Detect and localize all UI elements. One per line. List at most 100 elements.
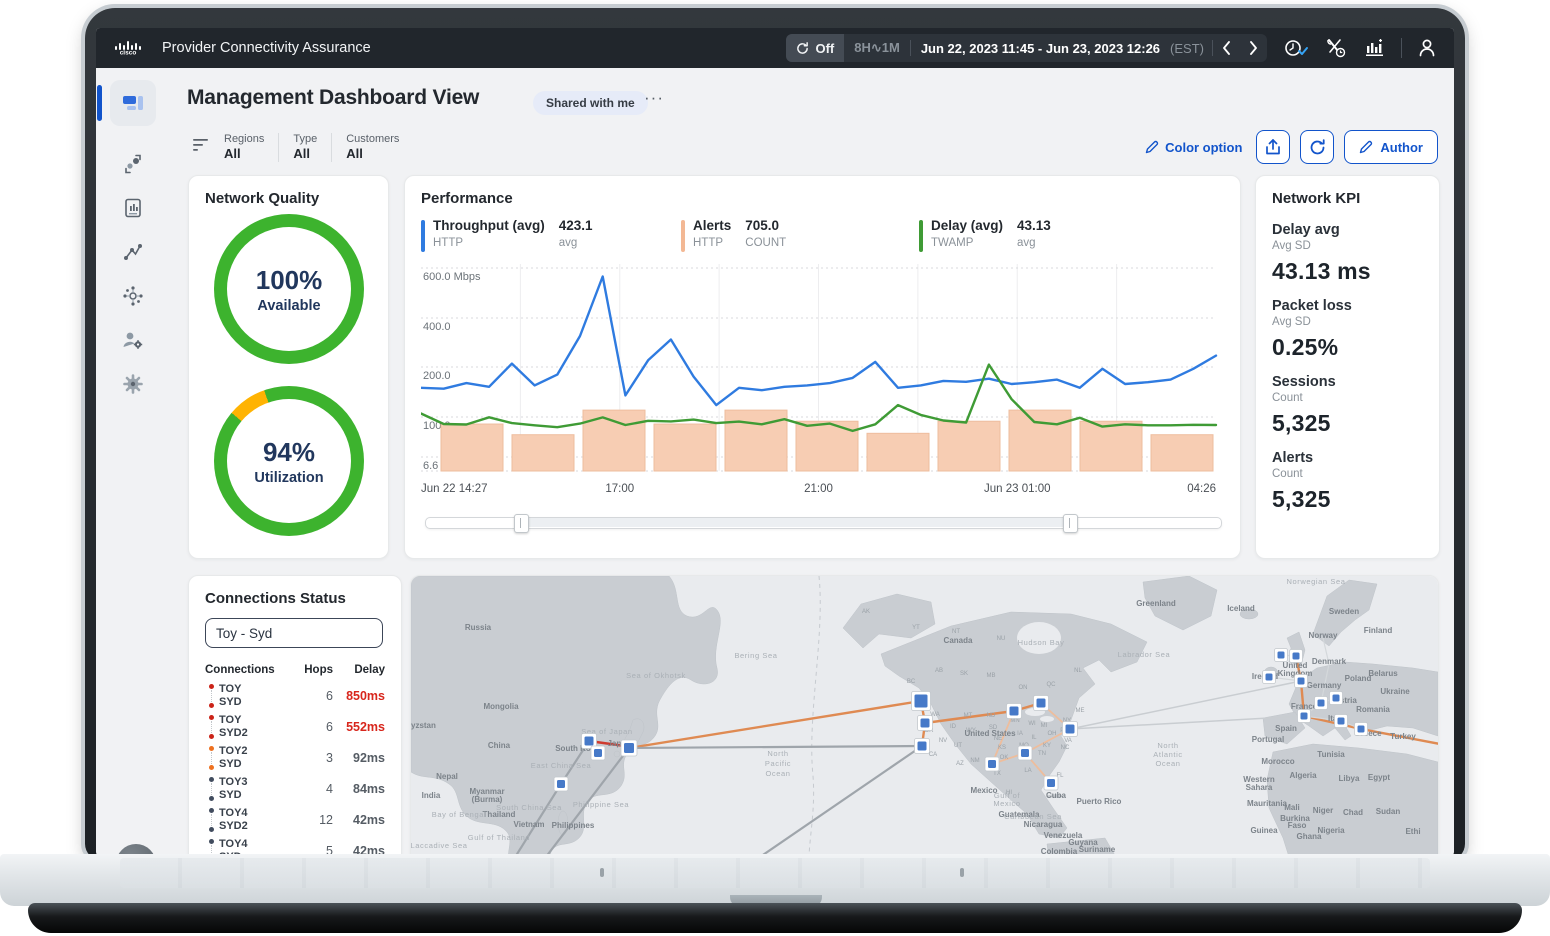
map-place-label: Greenland [1136, 599, 1176, 608]
left-nav-rail [96, 80, 170, 406]
map-node[interactable] [1063, 722, 1078, 737]
map-node[interactable] [1007, 704, 1022, 719]
connections-table-header: Connections Hops Delay [205, 660, 385, 680]
refresh-dashboard-button[interactable] [1300, 130, 1334, 164]
nav-paths[interactable] [110, 230, 156, 274]
legend-throughput[interactable]: Throughput (avg) 423.1 HTTP avg [421, 218, 671, 252]
nav-reports[interactable] [110, 186, 156, 230]
more-options-button[interactable]: ··· [644, 88, 664, 108]
map-node[interactable] [1298, 710, 1311, 723]
connection-row[interactable]: TOY4SYD542ms [205, 835, 385, 856]
connection-delay: 84ms [333, 782, 385, 796]
map-place-label: BC [907, 679, 916, 685]
map-place-label: Ethi [1405, 827, 1420, 836]
legend-alerts[interactable]: Alerts 705.0 HTTP COUNT [681, 218, 931, 252]
share-button[interactable] [1256, 130, 1290, 164]
map-place-label: NM [970, 758, 979, 764]
world-map[interactable]: RussiaMongoliaChinaNepalIndiaMyanmar(Bur… [411, 576, 1438, 856]
map-place-label: Egypt [1368, 773, 1391, 782]
laptop-keyboard [120, 858, 1430, 888]
map-place-label: QC [1047, 682, 1057, 688]
map-node[interactable] [1263, 671, 1276, 684]
user-profile-icon[interactable] [1418, 38, 1436, 58]
map-node[interactable] [554, 777, 568, 791]
map-place-label: Ghana [1297, 832, 1322, 841]
report-icon [122, 197, 144, 219]
filter-icon[interactable] [192, 138, 210, 157]
filter-type[interactable]: Type All [278, 133, 331, 162]
performance-card: Performance Throughput (avg) 423.1 HTTP … [404, 175, 1241, 559]
nav-sessions[interactable] [110, 142, 156, 186]
nav-dashboards[interactable] [110, 80, 156, 126]
map-node[interactable] [621, 740, 637, 756]
map-place-label: Hudson Bay [1018, 638, 1065, 647]
time-range-control: Off 8H∿1M Jun 22, 2023 11:45 - Jun 23, 2… [786, 34, 1267, 62]
timer-check-icon[interactable] [1283, 38, 1309, 58]
connection-row[interactable]: TOYSYD26552ms [205, 711, 385, 742]
map-place-label: NE [994, 736, 1002, 742]
time-window-slider[interactable] [425, 514, 1220, 532]
map-place-label: Poland [1345, 674, 1372, 683]
slider-selection[interactable] [520, 518, 1069, 527]
svg-text:200.0: 200.0 [423, 370, 451, 382]
map-place-label: MN [1010, 718, 1019, 724]
map-node[interactable] [1044, 776, 1058, 790]
map-node[interactable] [985, 757, 999, 771]
map-place-label: Algeria [1289, 771, 1317, 780]
chart-legend: Throughput (avg) 423.1 HTTP avg Alerts 7… [421, 218, 1221, 252]
color-option-button[interactable]: Color option [1145, 140, 1242, 155]
tools-icon[interactable] [1325, 38, 1347, 58]
map-place-label: Libya [1339, 774, 1360, 783]
nav-topology[interactable] [110, 274, 156, 318]
laptop-mockup: cisco Provider Connectivity Assurance Of… [0, 0, 1550, 936]
interval-label[interactable]: 8H∿1M [844, 40, 910, 56]
map-node[interactable] [1034, 696, 1049, 711]
map-node[interactable] [915, 739, 930, 754]
map-node[interactable] [1330, 692, 1343, 705]
nav-user-admin[interactable] [110, 318, 156, 362]
slider-handle-left[interactable] [514, 514, 529, 533]
performance-chart[interactable]: 600.0 Mbps400.0200.0100.06.6Jun 22 14:27… [421, 264, 1221, 504]
metrics-chart-icon[interactable] [1363, 38, 1385, 58]
availability-donut: 100% Available [214, 214, 364, 364]
map-node[interactable] [1315, 697, 1328, 710]
date-range-label[interactable]: Jun 22, 2023 11:45 - Jun 23, 2023 12:26 [911, 41, 1170, 56]
map-place-label: Nepal [436, 772, 458, 781]
filter-customers[interactable]: Customers All [331, 133, 413, 162]
connection-row[interactable]: TOYSYD6850ms [205, 680, 385, 711]
nav-settings[interactable] [110, 362, 156, 406]
connection-row[interactable]: TOY2SYD392ms [205, 742, 385, 773]
slider-handle-right[interactable] [1063, 514, 1078, 533]
map-node[interactable] [1018, 746, 1032, 760]
map-place-label: Romania [1356, 705, 1390, 714]
connection-selector[interactable]: Toy - Syd [205, 618, 383, 648]
map-place-label: North [767, 749, 788, 758]
map-node[interactable] [1290, 650, 1303, 663]
author-button[interactable]: Author [1344, 130, 1438, 164]
time-prev-button[interactable] [1213, 41, 1240, 55]
map-node[interactable] [912, 692, 931, 711]
map-node[interactable] [591, 746, 605, 760]
map-place-label: Ukraine [1380, 687, 1410, 696]
map-node[interactable] [1355, 723, 1368, 736]
map-place-label: India [422, 791, 441, 800]
map-node[interactable] [1275, 649, 1288, 662]
map-node[interactable] [918, 716, 933, 731]
map-place-label: KS [998, 745, 1006, 751]
legend-delay[interactable]: Delay (avg) 43.13 TWAMP avg [919, 218, 1169, 252]
connection-name: TOY4SYD2 [217, 807, 299, 833]
connection-endpoints-icon [205, 746, 217, 770]
map-node[interactable] [1295, 675, 1308, 688]
filter-regions[interactable]: Regions All [224, 133, 278, 162]
connection-row[interactable]: TOY3SYD484ms [205, 773, 385, 804]
screen: cisco Provider Connectivity Assurance Of… [96, 28, 1454, 856]
connection-row[interactable]: TOY4SYD21242ms [205, 804, 385, 835]
auto-refresh-toggle[interactable]: Off [786, 34, 844, 62]
map-place-label: HI [1006, 790, 1012, 796]
map-place-label: Norway [1309, 631, 1338, 640]
map-place-label: SK [960, 671, 968, 677]
map-node[interactable] [1335, 715, 1348, 728]
time-next-button[interactable] [1240, 41, 1267, 55]
map-place-label: Chad [1343, 808, 1363, 817]
connections-table: Connections Hops Delay TOYSYD6850msTOYSY… [205, 660, 385, 856]
